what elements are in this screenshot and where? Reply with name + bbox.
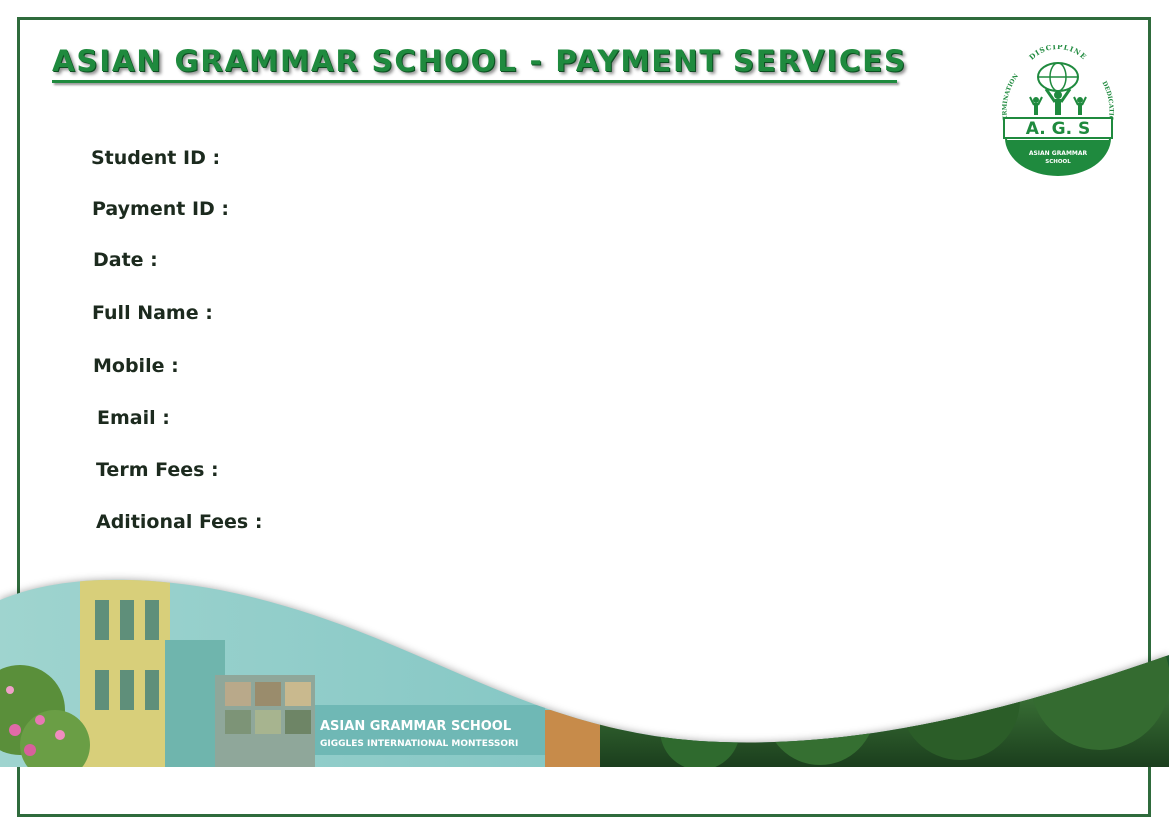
logo-bottom-text: ASIAN GRAMMAR [1029,150,1088,157]
photo-sign-line-2: GIGGLES INTERNATIONAL MONTESSORI [320,739,518,749]
mobile-label: Mobile : [93,355,179,377]
logo-bottom-text-2: SCHOOL [1045,159,1071,165]
payment-id-label: Payment ID : [92,198,229,220]
date-label: Date : [93,249,158,271]
page-title: ASIAN GRAMMAR SCHOOL - PAYMENT SERVICES [52,44,907,78]
aditional-fees-label: Aditional Fees : [96,511,263,533]
term-fees-label: Term Fees : [96,459,219,481]
logo-top-text: DISCIPLINE [1027,45,1088,62]
svg-text:DISCIPLINE: DISCIPLINE [1027,45,1089,62]
email-label: Email : [97,407,170,429]
photo-sign-line-1: ASIAN GRAMMAR SCHOOL [320,719,511,734]
full-name-label: Full Name : [92,302,213,324]
student-id-label: Student ID : [91,147,221,169]
logo-initials: A. G. S [1026,119,1090,139]
school-building-photo: ASIAN GRAMMAR SCHOOL GIGGLES INTERNATION… [0,579,1169,767]
title-underline [52,80,897,83]
globe-with-figures-icon [1029,62,1087,115]
school-logo: DISCIPLINE DETERMINATION DEDICATION A. G… [1001,45,1115,176]
